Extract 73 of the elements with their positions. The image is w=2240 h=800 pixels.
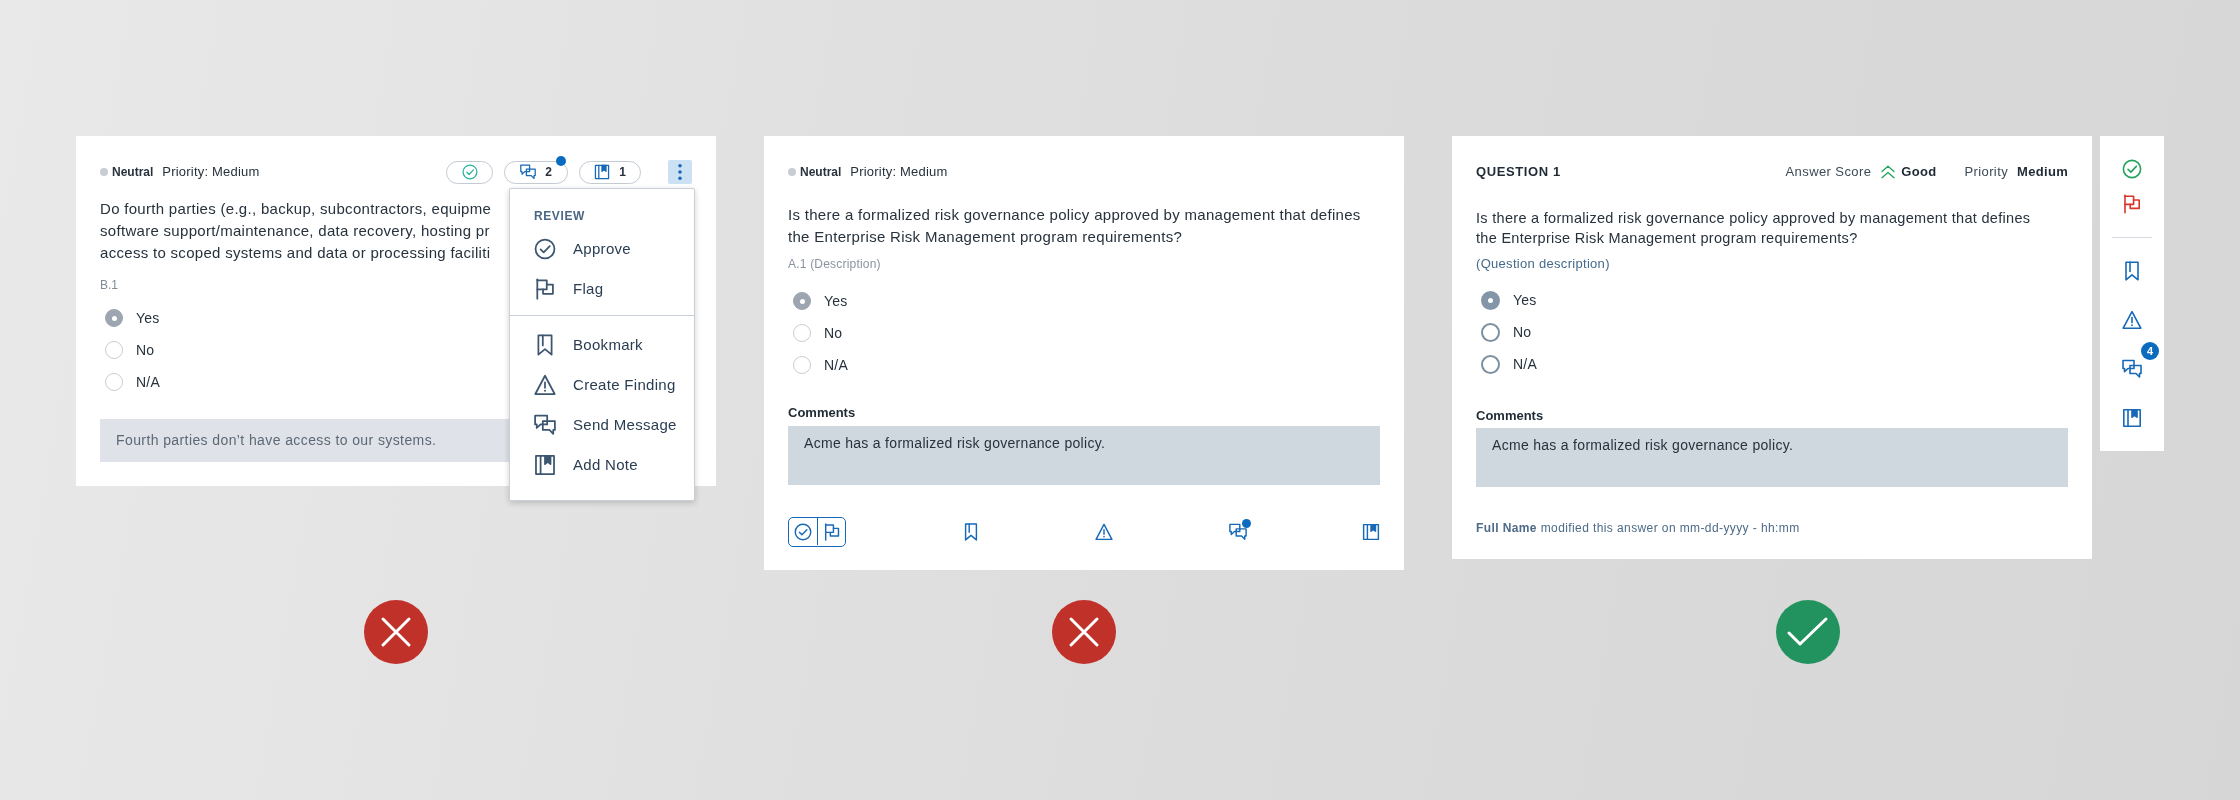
count-badge: 4 [2141,342,2159,360]
status-label: Neutral [112,164,154,181]
radio-button[interactable] [105,341,123,359]
question-description: (Question description) [1476,255,1610,273]
more-icon [678,164,682,180]
option-label: N/A [136,372,160,392]
check-circle-icon[interactable] [2122,159,2142,179]
status-dot-icon [100,168,108,176]
priority-value: Medium [2017,163,2068,182]
messages-chip[interactable]: 2 [504,160,568,184]
comment-field[interactable]: Acme has a formalized risk governance policy. [788,426,1380,485]
radio-button[interactable] [1481,322,1500,342]
comments-label: Comments [788,404,856,422]
question-text: Do fourth parties (e.g., backup, subcontractors, equipme [100,199,492,219]
priority-label: Priority: Medium [850,163,948,182]
comment-field[interactable]: Acme has a formalized risk governance policy. [1476,428,2068,487]
warning-icon[interactable] [1095,523,1113,541]
notebook-icon [594,164,611,180]
notes-chip[interactable]: 1 [579,160,641,184]
flag-icon[interactable] [822,522,841,541]
answer-score-value: Good [1901,163,1937,182]
radio-button[interactable] [105,309,123,327]
radio-button[interactable] [1481,354,1500,374]
approve-chip[interactable] [446,160,493,184]
menu-item[interactable]: Approve [510,229,694,269]
notebook-icon[interactable] [2122,408,2142,428]
radio-button[interactable] [1481,290,1500,310]
warning-icon [534,374,556,396]
radio-button[interactable] [793,292,811,310]
question-title: QUESTION 1 [1476,163,1561,182]
question-reference: A.1 (Description) [788,256,881,273]
more-options-button[interactable] [668,160,692,184]
double-chevron-up-icon [1880,164,1897,180]
menu-item[interactable]: Bookmark [510,325,694,365]
question-text: Is there a formalized risk governance policy approved by management that defines the Enterprise Risk Management program requirements? [788,205,1362,247]
option-label: Yes [1513,290,1537,310]
menu-heading: REVIEW [534,208,585,225]
chat-bubbles-icon[interactable] [1228,523,1247,541]
option-label: No [1513,322,1532,342]
check-circle-icon [534,238,556,260]
question-text: Is there a formalized risk governance policy approved by management that defines the Enterprise Risk Management program requirements? [1476,209,2032,248]
chat-bubbles-icon [520,164,537,180]
menu-item[interactable]: Create Finding [510,365,694,405]
question-text: software support/maintenance, data recovery, hosting pr [100,221,490,241]
modified-note: Full Name modified this answer on mm-dd-yyyy - hh:mm [1476,520,1800,536]
option-label: N/A [824,355,848,375]
priority-label: Priority: Medium [162,163,260,182]
comments-label: Comments [1476,407,1544,425]
option-label: Yes [824,291,848,311]
option-label: N/A [1513,354,1537,374]
priority-label: Priority [1964,163,2009,182]
radio-button[interactable] [793,356,811,374]
option-label: Yes [136,308,160,328]
bookmark-icon[interactable] [2122,261,2142,281]
chat-bubbles-icon[interactable] [2122,359,2142,379]
radio-button[interactable] [105,373,123,391]
question-text: access to scoped systems and data or processing faciliti [100,243,491,263]
status-dot-icon [788,168,796,176]
notebook-icon[interactable] [1362,523,1380,541]
option-label: No [824,323,843,343]
flag-icon[interactable] [2122,194,2142,214]
radio-button[interactable] [793,324,811,342]
menu-item[interactable]: Flag [510,269,694,309]
flag-icon [534,278,556,300]
answer-score-label: Answer Score [1785,163,1872,182]
notebook-icon [534,454,556,476]
check-circle-icon [461,164,478,180]
option-label: No [136,340,155,360]
warning-icon[interactable] [2122,310,2142,330]
chat-bubbles-icon [534,414,556,436]
question-reference: B.1 [100,277,118,294]
status-label: Neutral [800,164,842,181]
check-circle-icon[interactable] [794,522,812,541]
